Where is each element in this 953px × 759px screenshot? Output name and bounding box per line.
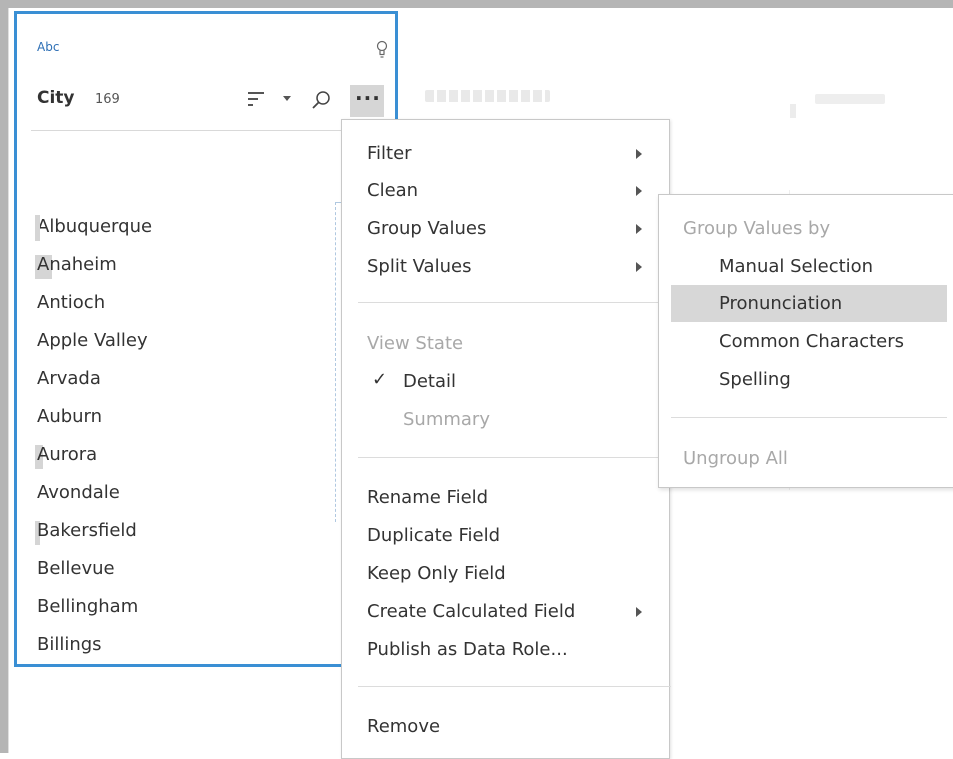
- submenu-item-pronunciation[interactable]: Pronunciation: [719, 285, 842, 323]
- menu-item-duplicate-field[interactable]: Duplicate Field: [367, 523, 500, 549]
- lightbulb-icon[interactable]: [375, 40, 389, 60]
- list-item[interactable]: Bakersfield: [35, 512, 137, 550]
- sort-icon[interactable]: [248, 91, 266, 107]
- window-frame-left: [0, 0, 8, 753]
- background-column-marker: [790, 104, 796, 118]
- field-value-count: 169: [95, 92, 120, 107]
- menu-separator: [358, 457, 671, 458]
- menu-item-remove[interactable]: Remove: [367, 714, 440, 740]
- list-item[interactable]: Aurora: [35, 436, 97, 474]
- submenu-item-ungroup-all[interactable]: Ungroup All: [683, 440, 788, 478]
- window-frame-top: [0, 0, 953, 8]
- more-options-button[interactable]: ···: [350, 85, 384, 117]
- chevron-right-icon: [636, 149, 642, 159]
- window-frame-inner-line: [8, 8, 9, 753]
- menu-item-clean[interactable]: Clean: [367, 178, 418, 204]
- list-item[interactable]: Albuquerque: [35, 208, 152, 246]
- menu-item-create-calculated-field[interactable]: Create Calculated Field: [367, 599, 575, 625]
- list-item[interactable]: Avondale: [37, 474, 120, 512]
- search-icon[interactable]: [311, 90, 331, 110]
- list-item[interactable]: Antioch: [37, 284, 105, 322]
- menu-item-group-values[interactable]: Group Values: [367, 216, 486, 242]
- list-item[interactable]: Arvada: [37, 360, 101, 398]
- menu-item-publish-as-data-role[interactable]: Publish as Data Role...: [367, 637, 568, 663]
- checkmark-icon: ✓: [372, 369, 388, 390]
- submenu-item-manual-selection[interactable]: Manual Selection: [719, 248, 873, 286]
- field-name: City: [37, 88, 75, 108]
- menu-item-detail[interactable]: Detail: [403, 369, 456, 395]
- menu-separator: [358, 302, 671, 303]
- list-item[interactable]: Billings: [37, 626, 102, 664]
- menu-heading-view-state: View State: [367, 333, 464, 354]
- submenu-item-common-characters[interactable]: Common Characters: [719, 323, 904, 361]
- list-item[interactable]: Bellingham: [37, 588, 138, 626]
- submenu-heading-group-values-by: Group Values by: [683, 218, 831, 239]
- chevron-right-icon: [636, 607, 642, 617]
- group-values-submenu: Group Values by Manual Selection Pronunc…: [658, 194, 953, 488]
- chevron-down-icon[interactable]: [283, 96, 291, 102]
- card-header-divider: [31, 130, 381, 131]
- menu-item-keep-only-field[interactable]: Keep Only Field: [367, 561, 506, 587]
- chevron-right-icon: [636, 224, 642, 234]
- menu-separator: [358, 686, 671, 687]
- more-options-icon: ···: [355, 86, 381, 110]
- list-item[interactable]: Bellevue: [37, 550, 115, 588]
- selection-guide: [335, 202, 337, 522]
- list-item[interactable]: Apple Valley: [37, 322, 148, 360]
- background-column-header: [425, 90, 550, 102]
- data-type-label: Abc: [37, 40, 60, 54]
- chevron-right-icon: [636, 186, 642, 196]
- list-item[interactable]: Anaheim: [35, 246, 117, 284]
- menu-item-filter[interactable]: Filter: [367, 141, 412, 167]
- background-column-header-2: [815, 94, 885, 104]
- list-item[interactable]: Auburn: [37, 398, 102, 436]
- menu-item-split-values[interactable]: Split Values: [367, 254, 471, 280]
- submenu-item-spelling[interactable]: Spelling: [719, 361, 791, 399]
- field-options-menu: Filter Clean Group Values Split Values V…: [341, 119, 671, 759]
- chevron-right-icon: [636, 262, 642, 272]
- submenu-separator: [671, 417, 947, 418]
- menu-item-rename-field[interactable]: Rename Field: [367, 485, 488, 511]
- menu-item-summary[interactable]: Summary: [403, 407, 490, 433]
